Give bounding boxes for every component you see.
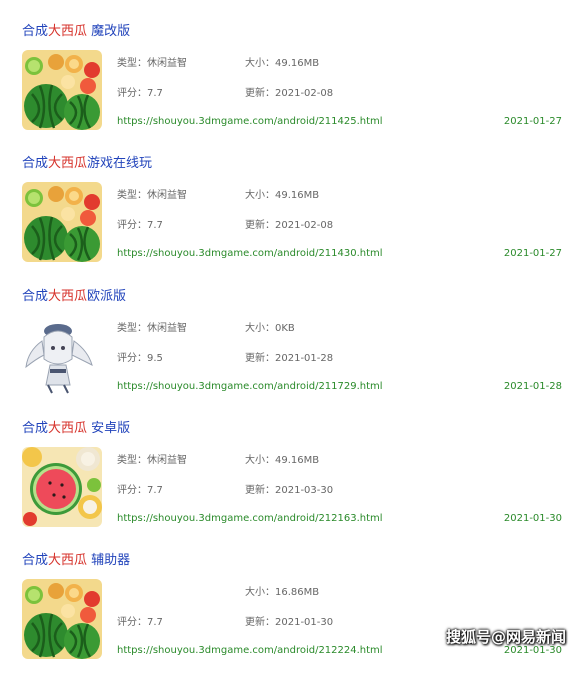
sliced-watermelon-icon[interactable] <box>22 447 102 527</box>
genre-label: 类型：休闲益智 <box>117 190 187 201</box>
list-item: 合成大西瓜 辅助器 大小：16.86MB 评分：7.7 更新：2021-01-3… <box>0 553 580 677</box>
update-date-label: 更新：2021-03-30 <box>245 485 334 496</box>
title-prefix: 合成 <box>22 156 49 171</box>
size-label: 大小：16.86MB <box>245 587 320 598</box>
title-suffix: 安卓版 <box>87 421 131 436</box>
game-title-link[interactable]: 合成大西瓜 魔改版 <box>22 24 130 40</box>
game-title-link[interactable]: 合成大西瓜游戏在线玩 <box>22 156 152 172</box>
genre-label: 类型：休闲益智 <box>117 58 187 69</box>
update-date-label: 更新：2021-01-28 <box>245 353 334 364</box>
title-prefix: 合成 <box>22 553 49 568</box>
title-highlight: 大西瓜 <box>48 421 88 436</box>
publish-date: 2021-01-27 <box>503 248 562 259</box>
game-title-link[interactable]: 合成大西瓜 安卓版 <box>22 421 130 437</box>
watermelon-game-icon[interactable] <box>22 50 102 130</box>
download-url-link[interactable]: https://shouyou.3dmgame.com/android/2114… <box>117 116 383 127</box>
publish-date: 2021-01-27 <box>503 116 562 127</box>
size-label: 大小：0KB <box>245 323 295 334</box>
title-highlight: 大西瓜 <box>48 156 88 171</box>
title-highlight: 大西瓜 <box>48 24 88 39</box>
score-label: 评分：7.7 <box>117 485 163 496</box>
size-label: 大小：49.16MB <box>245 190 320 201</box>
publish-date: 2021-01-30 <box>503 513 562 524</box>
title-prefix: 合成 <box>22 421 49 436</box>
title-prefix: 合成 <box>22 289 49 304</box>
list-item: 合成大西瓜欧派版 类型：休闲益智 大小：0KB 评分：9.5 更新：2021-0… <box>0 289 580 413</box>
publish-date: 2021-01-28 <box>503 381 562 392</box>
game-title-link[interactable]: 合成大西瓜欧派版 <box>22 289 126 305</box>
score-label: 评分：7.7 <box>117 220 163 231</box>
size-label: 大小：49.16MB <box>245 58 320 69</box>
genre-label: 类型：休闲益智 <box>117 323 187 334</box>
game-list: 合成大西瓜 魔改版 类型：休闲益智 大小：49.16MB 评分：7.7 更新：2… <box>0 0 580 659</box>
watermelon-game-icon[interactable] <box>22 182 102 262</box>
score-label: 评分：7.7 <box>117 617 163 628</box>
download-url-link[interactable]: https://shouyou.3dmgame.com/android/2121… <box>117 513 383 524</box>
title-suffix: 辅助器 <box>87 553 131 568</box>
title-highlight: 大西瓜 <box>48 553 88 568</box>
watermelon-game-icon[interactable] <box>22 579 102 659</box>
title-prefix: 合成 <box>22 24 49 39</box>
title-suffix: 游戏在线玩 <box>87 156 153 171</box>
update-date-label: 更新：2021-02-08 <box>245 88 334 99</box>
update-date-label: 更新：2021-01-30 <box>245 617 334 628</box>
list-item: 合成大西瓜 安卓版 类型：休闲益智 大小：49.16MB 评分：7.7 更新：2… <box>0 421 580 545</box>
download-url-link[interactable]: https://shouyou.3dmgame.com/android/2114… <box>117 248 383 259</box>
source-watermark: 搜狐号@网易新闻 <box>445 628 566 646</box>
download-url-link[interactable]: https://shouyou.3dmgame.com/android/2117… <box>117 381 383 392</box>
game-title-link[interactable]: 合成大西瓜 辅助器 <box>22 553 130 569</box>
update-date-label: 更新：2021-02-08 <box>245 220 334 231</box>
size-label: 大小：49.16MB <box>245 455 320 466</box>
score-label: 评分：9.5 <box>117 353 163 364</box>
title-suffix: 魔改版 <box>87 24 131 39</box>
download-url-link[interactable]: https://shouyou.3dmgame.com/android/2122… <box>117 645 383 656</box>
title-suffix: 欧派版 <box>87 289 127 304</box>
anime-character-icon[interactable] <box>22 315 102 395</box>
title-highlight: 大西瓜 <box>48 289 88 304</box>
genre-label: 类型：休闲益智 <box>117 455 187 466</box>
list-item: 合成大西瓜 魔改版 类型：休闲益智 大小：49.16MB 评分：7.7 更新：2… <box>0 24 580 148</box>
list-item: 合成大西瓜游戏在线玩 类型：休闲益智 大小：49.16MB 评分：7.7 更新：… <box>0 156 580 280</box>
score-label: 评分：7.7 <box>117 88 163 99</box>
